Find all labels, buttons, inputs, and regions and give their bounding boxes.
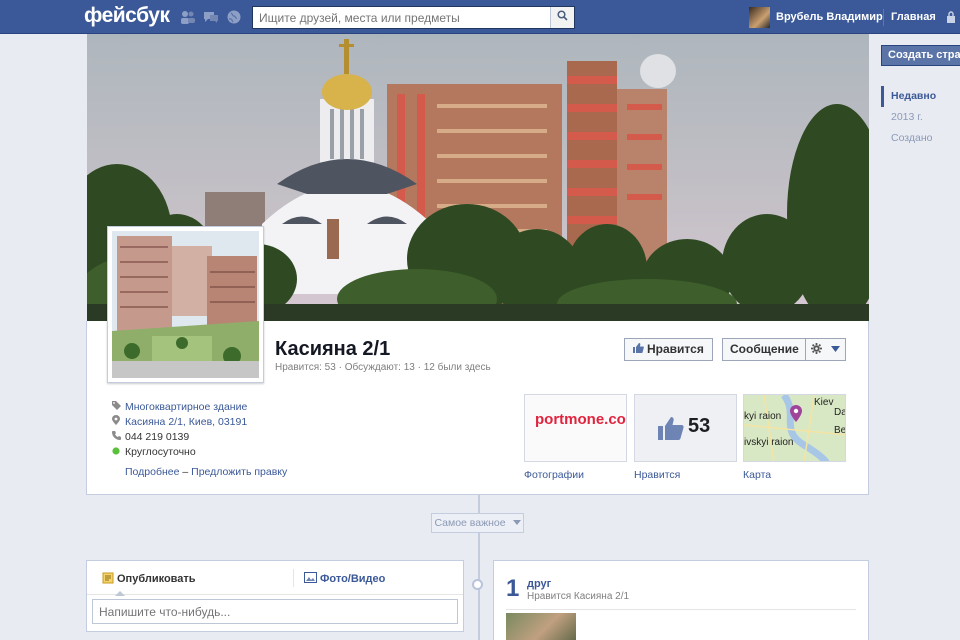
tab-publish[interactable]: Опубликовать — [102, 572, 196, 585]
photos-tile-label[interactable]: Фотографии — [524, 469, 584, 481]
category-link[interactable]: Многоквартирное здание — [125, 401, 247, 413]
messages-icon[interactable] — [203, 10, 219, 24]
photos-tile[interactable]: portmone.co — [524, 394, 627, 462]
page-title: Касияна 2/1 — [275, 338, 391, 360]
settings-dropdown-button[interactable] — [806, 338, 846, 361]
highlights-dropdown[interactable]: Самое важное — [431, 513, 524, 533]
chevron-down-icon — [512, 520, 521, 525]
info-phone: 044 219 0139 — [110, 430, 410, 445]
info-address: Касияна 2/1, Киев, 03191 — [110, 415, 410, 430]
tab-pointer — [115, 591, 125, 596]
timeline-nav: Недавно 2013 г. Создано — [881, 86, 960, 149]
timeline-dot — [472, 579, 483, 590]
pin-icon — [110, 415, 122, 430]
address-link[interactable]: Касияна 2/1, Киев, 03191 — [125, 416, 247, 428]
status-icon — [102, 572, 114, 584]
map-label-kiev: Kiev — [814, 397, 834, 408]
about-section: Многоквартирное здание Касияна 2/1, Киев… — [110, 400, 410, 460]
likes-tile-label[interactable]: Нравится — [634, 469, 680, 481]
thumbs-up-icon — [658, 417, 684, 440]
map-label-raion-1: kyi raion — [744, 411, 782, 422]
post-composer: Опубликовать Фото/Видео — [86, 560, 464, 632]
user-avatar[interactable] — [749, 7, 770, 28]
link-separator: – — [182, 466, 192, 478]
friend-requests-icon[interactable] — [180, 10, 196, 24]
friends-divider — [506, 609, 856, 610]
profile-picture[interactable] — [107, 226, 264, 383]
search-icon — [557, 10, 568, 21]
map-tile-label[interactable]: Карта — [743, 469, 771, 481]
suggest-edit-link[interactable]: Предложить правку — [191, 466, 287, 478]
friends-count: 1 — [506, 575, 520, 602]
top-bar: фейсбук Врубель Владимир Главная — [0, 0, 960, 34]
tag-icon — [110, 400, 122, 415]
create-page-button[interactable]: Создать стра — [881, 45, 960, 66]
user-name-link[interactable]: Врубель Владимир — [776, 11, 883, 23]
gear-icon — [811, 343, 823, 354]
likes-tile[interactable]: 53 — [634, 394, 737, 462]
post-input[interactable] — [92, 599, 458, 624]
tab-publish-label: Опубликовать — [117, 573, 196, 585]
logo[interactable]: фейсбук — [84, 4, 170, 28]
info-hours: Круглосуточно — [110, 445, 410, 460]
timeline-nav-recent[interactable]: Недавно — [881, 86, 960, 107]
friends-box: 1 друг Нравится Касияна 2/1 — [493, 560, 869, 640]
thumbs-up-icon — [633, 343, 644, 353]
more-link[interactable]: Подробнее — [125, 466, 179, 478]
phone-icon — [110, 430, 122, 445]
map-label-be: Be — [834, 425, 846, 436]
chevron-down-icon — [830, 346, 840, 352]
phone-number: 044 219 0139 — [125, 431, 190, 443]
photo-icon — [304, 572, 317, 583]
search-input[interactable] — [253, 7, 545, 28]
friends-link[interactable]: друг — [527, 578, 551, 590]
more-links: Подробнее – Предложить правку — [125, 466, 287, 478]
map-tile[interactable]: Kiev kyi raion ivskyi raion Da Be — [743, 394, 846, 462]
tab-photo-video[interactable]: Фото/Видео — [304, 572, 385, 585]
message-button[interactable]: Сообщение — [722, 338, 806, 361]
message-button-label: Сообщение — [730, 342, 799, 356]
like-button[interactable]: Нравится — [624, 338, 713, 361]
search-button[interactable] — [550, 7, 574, 28]
nav-divider — [883, 9, 884, 26]
home-link[interactable]: Главная — [891, 11, 936, 23]
tab-photo-video-label: Фото/Видео — [320, 573, 386, 585]
hours-text: Круглосуточно — [125, 446, 196, 458]
search-box — [252, 6, 575, 29]
highlights-label: Самое важное — [434, 517, 506, 529]
map-label-da: Da — [834, 407, 846, 418]
map-label-raion-2: ivskyi raion — [744, 437, 794, 448]
notifications-globe-icon[interactable] — [226, 10, 242, 24]
tab-divider — [293, 569, 294, 587]
open-dot-icon — [110, 445, 122, 460]
friends-subtitle: Нравится Касияна 2/1 — [527, 591, 630, 602]
privacy-lock-icon[interactable] — [946, 11, 956, 26]
timeline-nav-2013[interactable]: 2013 г. — [881, 107, 960, 128]
composer-tabs: Опубликовать Фото/Видео — [87, 561, 463, 596]
info-category: Многоквартирное здание — [110, 400, 410, 415]
portmone-logo: portmone.co — [535, 411, 626, 428]
likes-count: 53 — [688, 415, 711, 437]
like-button-label: Нравится — [647, 342, 704, 356]
page-stats: Нравится: 53 · Обсуждают: 13 · 12 были з… — [275, 362, 491, 373]
timeline-nav-created[interactable]: Создано — [881, 128, 960, 149]
friend-avatar[interactable] — [506, 613, 576, 640]
